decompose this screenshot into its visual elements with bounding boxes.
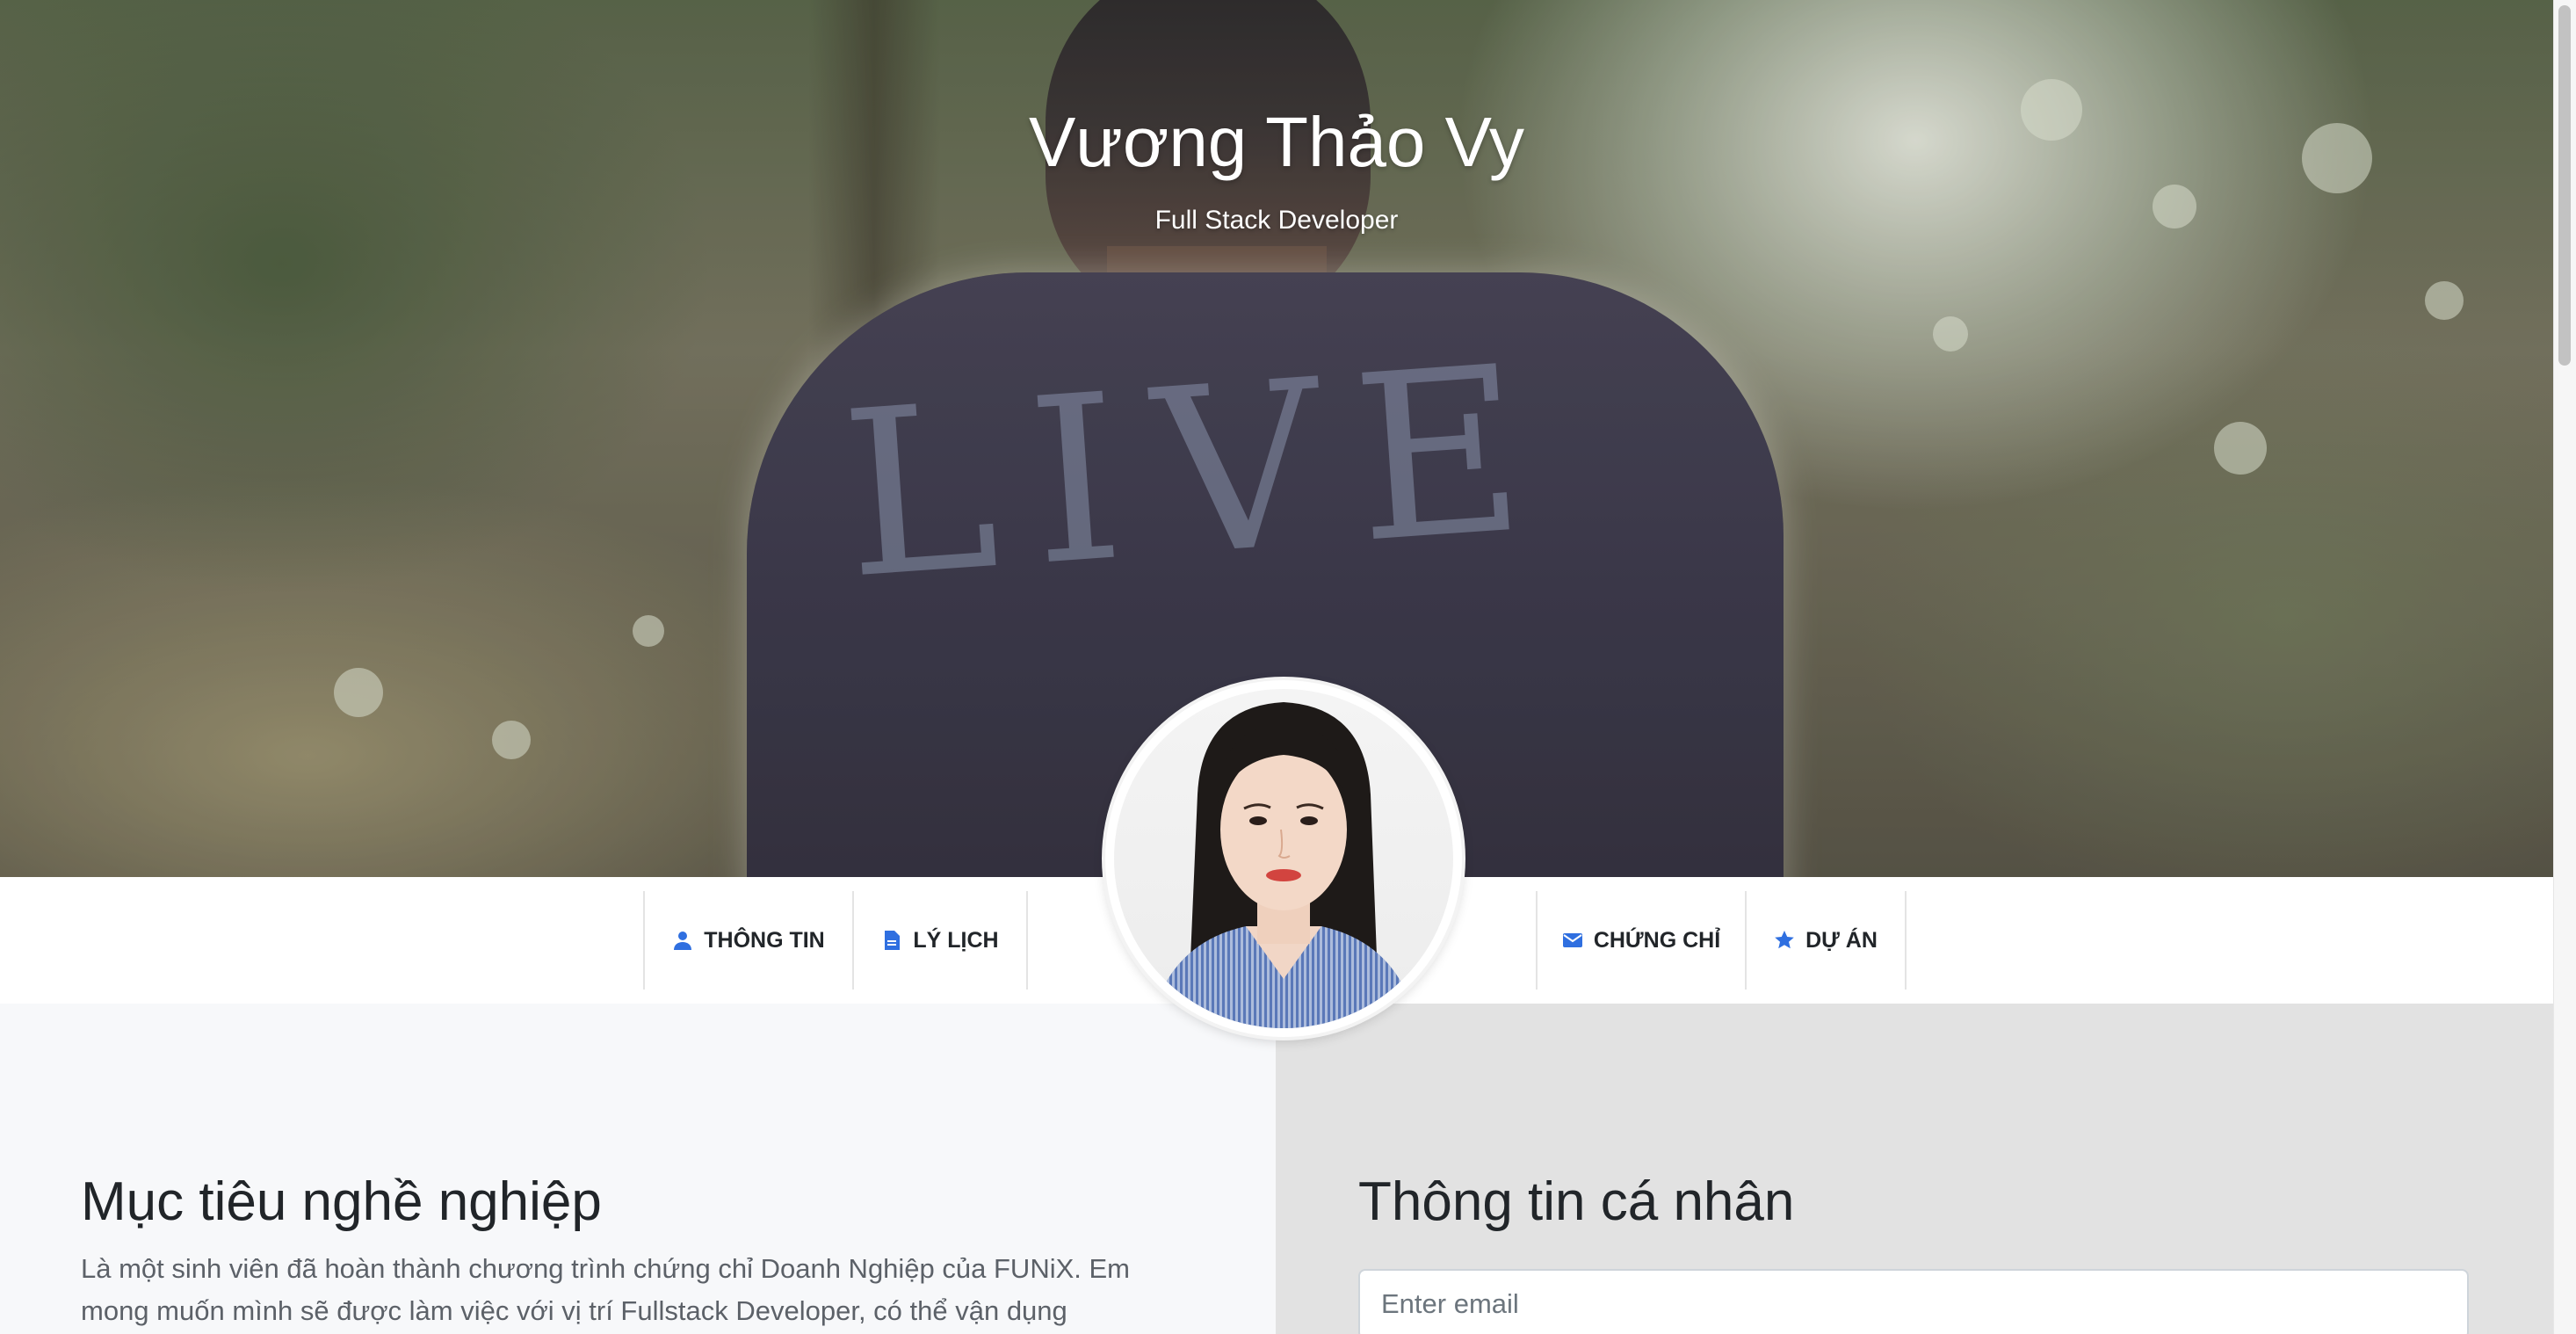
personal-info-title: Thông tin cá nhân bbox=[1358, 1171, 1795, 1232]
career-objective-title: Mục tiêu nghề nghiệp bbox=[81, 1171, 602, 1232]
nav-item-label: CHỨNG CHỈ bbox=[1593, 927, 1721, 953]
nav-item-label: DỰ ÁN bbox=[1805, 927, 1878, 953]
career-objective-text: Là một sinh viên đã hoàn thành chương tr… bbox=[81, 1253, 1130, 1326]
avatar-portrait bbox=[1149, 702, 1418, 1028]
document-icon bbox=[885, 931, 901, 950]
star-icon bbox=[1775, 931, 1794, 949]
scrollbar-thumb[interactable] bbox=[2558, 5, 2571, 366]
nav-item-label: LÝ LỊCH bbox=[913, 927, 999, 953]
hero-name: Vương Thảo Vy bbox=[1028, 103, 1525, 181]
page: LIVE Vương Thảo Vy Full Stack Developer … bbox=[0, 0, 2576, 1334]
nav-item-label: THÔNG TIN bbox=[704, 927, 825, 953]
avatar-photo bbox=[1114, 689, 1453, 1028]
nav-item-resume[interactable]: LÝ LỊCH bbox=[852, 891, 1028, 990]
envelope-icon bbox=[1562, 933, 1582, 947]
user-icon bbox=[674, 932, 692, 950]
nav-item-info[interactable]: THÔNG TIN bbox=[643, 891, 854, 990]
nav-item-certificates[interactable]: CHỨNG CHỈ bbox=[1536, 891, 1747, 990]
nav-item-projects[interactable]: DỰ ÁN bbox=[1745, 891, 1907, 990]
profile-avatar bbox=[1105, 680, 1462, 1037]
email-input[interactable] bbox=[1358, 1269, 2469, 1334]
hero-role: Full Stack Developer bbox=[1154, 206, 1399, 235]
